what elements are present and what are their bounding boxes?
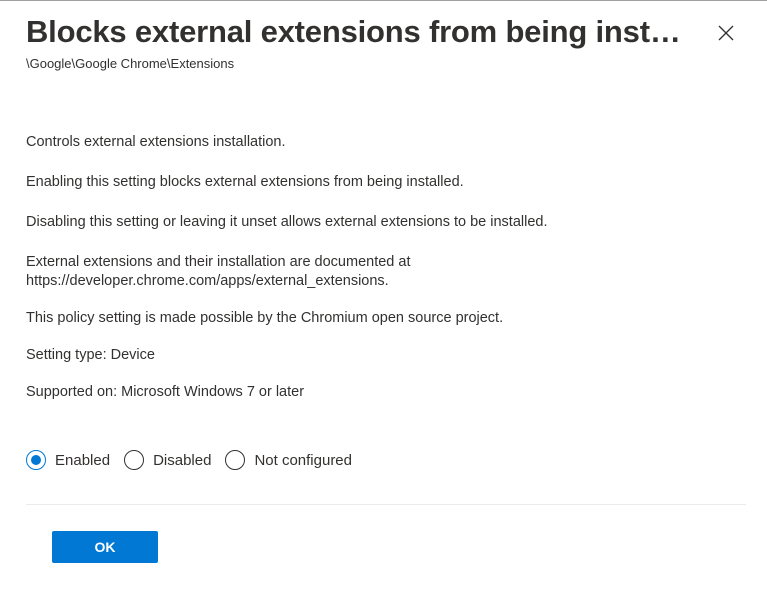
policy-setting-dialog: Blocks external extensions from being in…	[0, 0, 767, 598]
description: Controls external extensions installatio…	[26, 133, 746, 420]
radio-not-configured[interactable]: Not configured	[225, 450, 352, 470]
setting-type: Setting type: Device	[26, 347, 155, 363]
dialog-title: Blocks external extensions from being in…	[26, 14, 681, 49]
description-paragraph: Controls external extensions installatio…	[26, 134, 286, 150]
radio-label: Enabled	[55, 451, 111, 469]
radio-label: Not configured	[254, 451, 352, 469]
description-paragraph: This policy setting is made possible by …	[26, 310, 504, 326]
radio-disabled[interactable]: Disabled	[124, 450, 211, 470]
radio-checked-icon	[26, 450, 46, 470]
radio-unchecked-icon	[124, 450, 145, 470]
state-radio-group: Enabled Disabled Not configured	[26, 450, 366, 470]
radio-unchecked-icon	[225, 450, 246, 470]
doc-text: External extensions and their installati…	[26, 254, 411, 270]
supported-on: Supported on: Microsoft Windows 7 or lat…	[26, 384, 305, 400]
description-paragraph: Enabling this setting blocks external ex…	[26, 174, 464, 190]
close-icon	[718, 25, 734, 41]
description-paragraph: External extensions and their installati…	[26, 253, 746, 291]
dialog-path: \Google\Google Chrome\Extensions	[26, 56, 235, 71]
radio-enabled[interactable]: Enabled	[26, 450, 110, 470]
ok-button[interactable]: OK	[52, 531, 158, 563]
dialog-header: Blocks external extensions from being in…	[26, 12, 726, 72]
description-paragraph: Disabling this setting or leaving it uns…	[26, 214, 548, 230]
doc-url: https://developer.chrome.com/apps/extern…	[26, 273, 389, 289]
radio-label: Disabled	[153, 451, 212, 469]
close-button[interactable]	[713, 20, 739, 46]
divider	[26, 504, 746, 505]
